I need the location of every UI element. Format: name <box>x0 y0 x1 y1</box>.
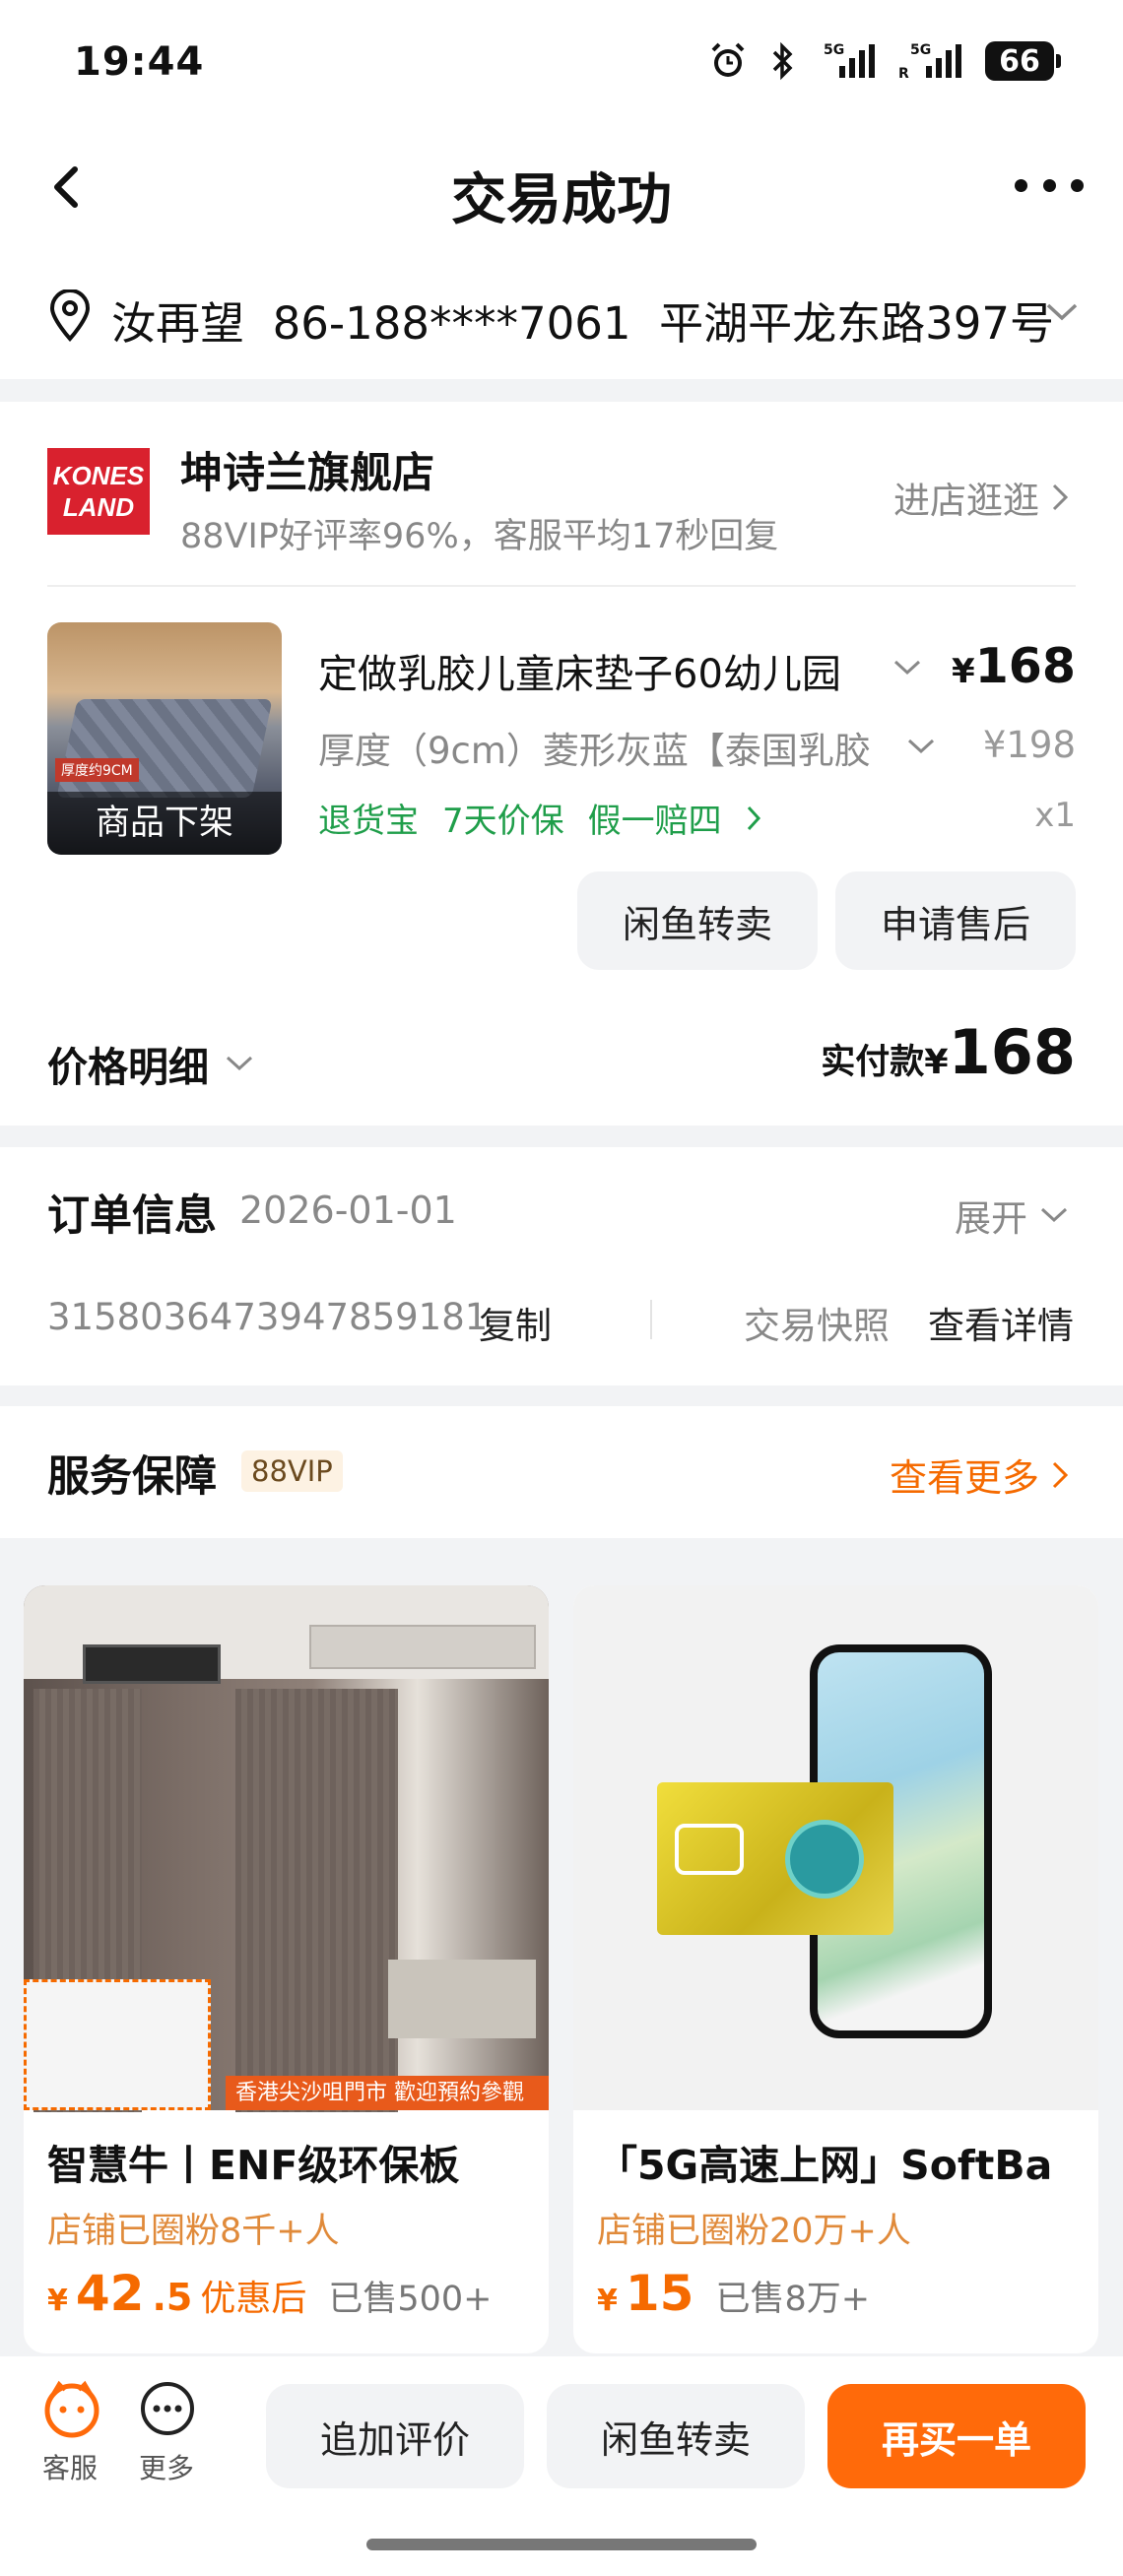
recommendation-title: 「5G高速上网」SoftBa <box>597 2142 1053 2189</box>
store-name[interactable]: 坤诗兰旗舰店 <box>180 439 434 500</box>
enter-store-label: 进店逛逛 <box>893 480 1039 522</box>
location-pin-icon <box>47 289 93 347</box>
recommendation-card[interactable]: 「5G高速上网」SoftBa 店铺已圈粉20万+人 ¥15 已售8万+ <box>573 1585 1098 2353</box>
recommendation-card[interactable]: 香港尖沙咀門市 歡迎預約參觀 智慧牛丨ENF级环保板 店铺已圈粉8千+人 ¥42… <box>24 1585 549 2353</box>
order-date: 2026-01-01 <box>239 1189 457 1232</box>
copy-button[interactable]: 复制 <box>479 1296 552 1349</box>
svg-text:5G: 5G <box>910 42 931 58</box>
sim-card-graphic <box>657 1782 893 1935</box>
address-text: 汝再望 86-188****7061 平湖平龙东路397号 <box>111 288 1054 352</box>
price-detail-toggle[interactable]: 价格明细 <box>47 1034 254 1093</box>
recommendation-price: ¥15 已售8万+ <box>597 2265 871 2322</box>
mattress-graphic <box>56 699 273 798</box>
product-image[interactable] <box>573 1585 1098 2110</box>
store-banner: 香港尖沙咀門市 歡迎預約參觀 <box>226 2076 549 2110</box>
after-sale-button[interactable]: 申请售后 <box>835 871 1076 970</box>
customer-service-label: 客服 <box>42 2452 99 2484</box>
resell-button[interactable]: 闲鱼转卖 <box>577 871 818 970</box>
expand-toggle[interactable]: 展开 <box>955 1189 1069 1242</box>
vip-badge: 88VIP <box>241 1450 343 1492</box>
nav-bar: 交易成功 <box>0 128 1123 246</box>
product-quantity: x1 <box>1034 796 1076 835</box>
chevron-down-icon[interactable] <box>892 658 922 681</box>
store-logo[interactable]: KONES LAND <box>47 448 150 535</box>
signal-5g-icon: 5G <box>818 39 877 83</box>
product-image-tag: 厚度约9CM <box>55 758 139 782</box>
bluetooth-icon <box>770 39 796 83</box>
recommendation-fans: 店铺已圈粉20万+人 <box>597 2212 911 2251</box>
product-image[interactable]: 香港尖沙咀門市 歡迎預約參觀 <box>24 1585 549 2112</box>
svg-text:R: R <box>898 66 909 82</box>
service-price-protect: 7天价保 <box>442 802 564 841</box>
floor-plan-thumbnail <box>24 1979 211 2110</box>
price-detail-label: 价格明细 <box>47 1044 209 1091</box>
service-fake-compensate: 假一赔四 <box>587 802 722 841</box>
status-icons: 5G 5G R 66 <box>707 39 1061 83</box>
resell-button[interactable]: 闲鱼转卖 <box>547 2384 805 2488</box>
product-image[interactable]: 厚度约9CM 商品下架 <box>47 622 282 855</box>
address-name: 汝再望 <box>111 297 245 350</box>
alarm-icon <box>707 39 749 83</box>
product-services[interactable]: 退货宝 7天价保 假一赔四 <box>318 794 761 842</box>
status-bar: 19:44 5G 5G R 66 <box>0 0 1123 128</box>
chevron-right-icon <box>1052 483 1069 511</box>
chevron-right-icon <box>1052 1461 1069 1488</box>
svg-text:5G: 5G <box>824 42 844 58</box>
chevron-down-icon <box>226 1056 253 1071</box>
product-spec[interactable]: 厚度（9cm）菱形灰蓝【泰国乳胶 <box>318 721 880 774</box>
status-time: 19:44 <box>74 39 205 85</box>
original-price: ¥198 <box>982 724 1076 766</box>
address-detail: 平湖平龙东路397号 <box>659 297 1055 350</box>
chevron-right-icon <box>747 805 760 830</box>
divider <box>650 1300 652 1339</box>
enter-store-link[interactable]: 进店逛逛 <box>893 471 1069 524</box>
view-more-link[interactable]: 查看更多 <box>890 1448 1069 1502</box>
product-price: ¥168 <box>952 638 1076 694</box>
add-review-button[interactable]: 追加评价 <box>266 2384 524 2488</box>
divider <box>47 585 1076 587</box>
signal-5g-r-icon: 5G R <box>898 39 963 83</box>
address-row[interactable]: 汝再望 86-188****7061 平湖平龙东路397号 <box>0 246 1123 379</box>
service-return: 退货宝 <box>318 802 419 841</box>
chevron-down-icon <box>1045 301 1079 327</box>
more-label: 更多 <box>139 2452 195 2484</box>
battery-icon: 66 <box>985 41 1061 81</box>
order-info-title: 订单信息 <box>47 1191 217 1241</box>
service-title: 服务保障 <box>47 1452 217 1502</box>
recommendation-fans: 店铺已圈粉8千+人 <box>47 2212 340 2251</box>
address-phone: 86-188****7061 <box>272 297 631 350</box>
chevron-down-icon[interactable] <box>906 737 936 760</box>
order-number: 3158036473947859181 <box>47 1296 489 1338</box>
home-indicator[interactable] <box>366 2539 757 2550</box>
delisted-overlay: 商品下架 <box>47 792 282 855</box>
customer-service-icon[interactable] <box>37 2378 106 2443</box>
store-rating: 88VIP好评率96%，客服平均17秒回复 <box>180 517 779 556</box>
more-circle-icon[interactable] <box>133 2378 202 2439</box>
recommendation-price: ¥42.5 优惠后 已售500+ <box>47 2265 493 2322</box>
product-title[interactable]: 定做乳胶儿童床垫子60幼儿园 <box>318 642 880 699</box>
snapshot-link[interactable]: 交易快照 <box>744 1296 890 1349</box>
chevron-down-icon <box>1040 1207 1068 1223</box>
more-icon[interactable] <box>1015 165 1084 205</box>
paid-amount: 实付款 ¥ 168 <box>821 1016 1076 1088</box>
recommendation-title: 智慧牛丨ENF级环保板 <box>47 2142 460 2189</box>
view-details-link[interactable]: 查看详情 <box>928 1296 1074 1349</box>
page-title: 交易成功 <box>451 168 672 232</box>
buy-again-button[interactable]: 再买一单 <box>827 2384 1086 2488</box>
